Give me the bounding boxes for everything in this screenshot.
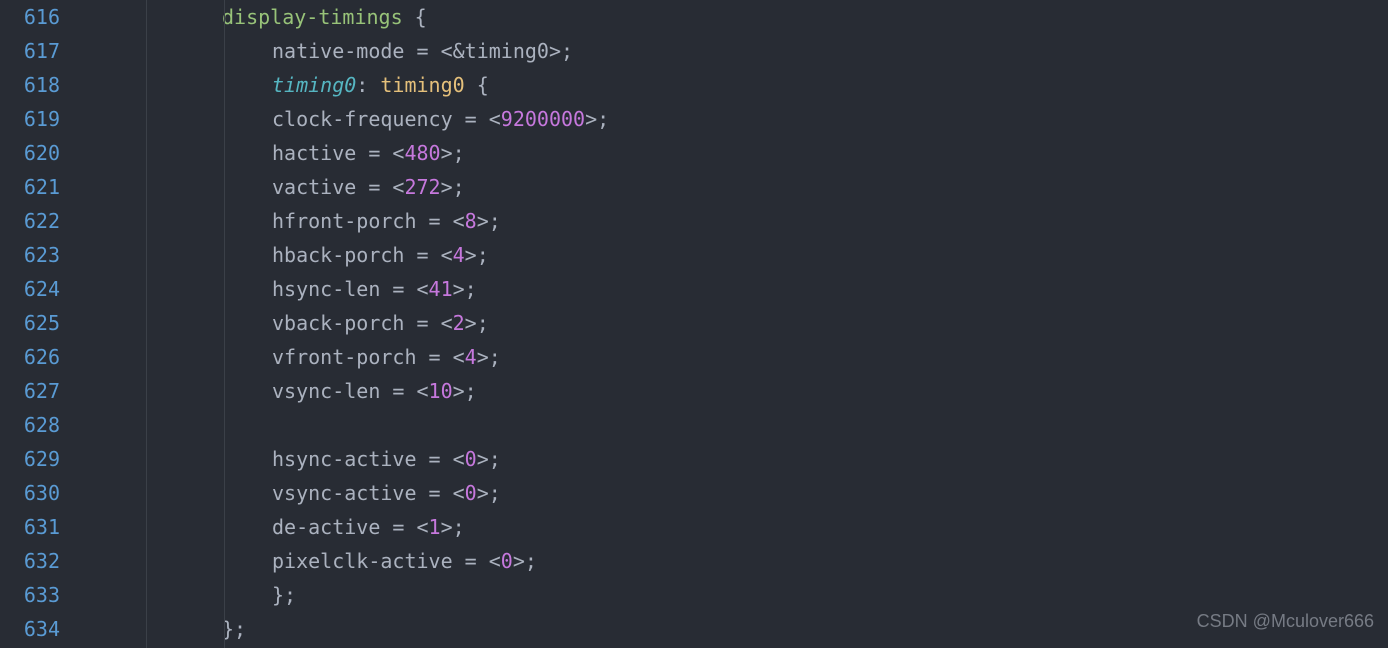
line-number: 616 [0, 0, 60, 34]
line-number: 625 [0, 306, 60, 340]
code-line: vsync-len = <10>; [102, 374, 1388, 408]
code-line: hback-porch = <4>; [102, 238, 1388, 272]
code-line: de-active = <1>; [102, 510, 1388, 544]
line-number: 630 [0, 476, 60, 510]
line-number: 622 [0, 204, 60, 238]
line-number: 626 [0, 340, 60, 374]
line-number: 629 [0, 442, 60, 476]
line-number: 633 [0, 578, 60, 612]
code-line: pixelclk-active = <0>; [102, 544, 1388, 578]
line-number: 620 [0, 136, 60, 170]
block-name: display-timings [222, 5, 403, 29]
code-line: vactive = <272>; [102, 170, 1388, 204]
line-number: 624 [0, 272, 60, 306]
code-line: }; [102, 612, 1388, 646]
code-line: native-mode = <&timing0>; [102, 34, 1388, 68]
code-line: hactive = <480>; [102, 136, 1388, 170]
line-number: 627 [0, 374, 60, 408]
code-line: timing0: timing0 { [102, 68, 1388, 102]
line-number: 623 [0, 238, 60, 272]
code-line: hsync-active = <0>; [102, 442, 1388, 476]
code-line: vback-porch = <2>; [102, 306, 1388, 340]
line-number: 634 [0, 612, 60, 646]
code-area[interactable]: display-timings { native-mode = <&timing… [74, 0, 1388, 648]
watermark: CSDN @Mculover666 [1197, 604, 1374, 638]
code-line: vsync-active = <0>; [102, 476, 1388, 510]
code-line: vfront-porch = <4>; [102, 340, 1388, 374]
code-line: display-timings { [102, 0, 1388, 34]
line-number: 632 [0, 544, 60, 578]
line-number: 621 [0, 170, 60, 204]
code-line: hsync-len = <41>; [102, 272, 1388, 306]
code-line: hfront-porch = <8>; [102, 204, 1388, 238]
line-number: 631 [0, 510, 60, 544]
code-line [102, 408, 1388, 442]
line-number: 628 [0, 408, 60, 442]
code-line: clock-frequency = <9200000>; [102, 102, 1388, 136]
line-number-gutter: 6166176186196206216226236246256266276286… [0, 0, 74, 648]
line-number: 619 [0, 102, 60, 136]
line-number: 617 [0, 34, 60, 68]
line-number: 618 [0, 68, 60, 102]
code-line: }; [102, 578, 1388, 612]
